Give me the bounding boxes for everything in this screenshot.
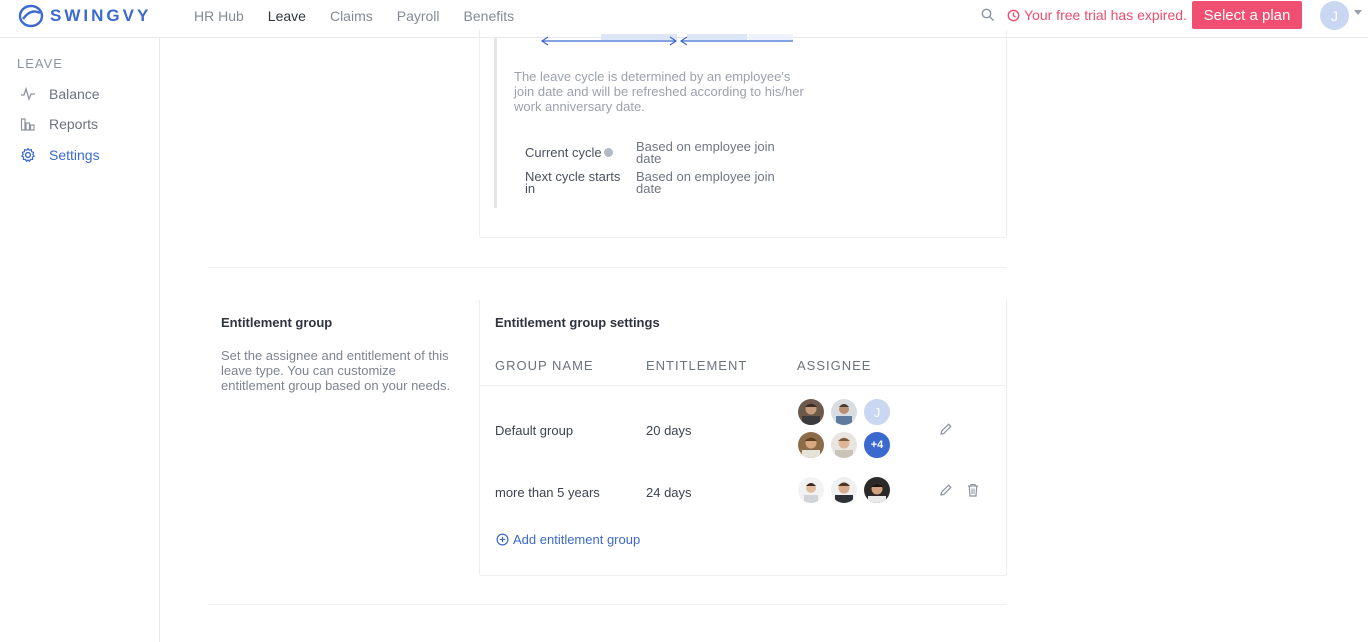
nav-item-hr-hub[interactable]: HR Hub	[194, 8, 244, 24]
info-icon[interactable]	[603, 148, 613, 157]
trial-expired-notice: Your free trial has expired.	[1007, 7, 1187, 23]
swingvy-logo[interactable]: SWINGVY	[18, 3, 151, 29]
add-entitlement-group-link[interactable]: Add entitlement group	[496, 532, 640, 547]
search-icon[interactable]	[981, 8, 995, 22]
entitlement-cell: 24 days	[646, 485, 692, 500]
current-cycle-label-text: Current cycle	[525, 145, 602, 160]
activity-icon	[21, 87, 35, 101]
column-header-group-name: GROUP NAME	[495, 358, 594, 373]
column-header-assignee: ASSIGNEE	[797, 358, 872, 373]
brand-name: SWINGVY	[50, 6, 152, 25]
avatar	[796, 475, 826, 505]
main-nav: HR Hub Leave Claims Payroll Benefits	[194, 8, 514, 24]
trash-icon[interactable]	[967, 483, 979, 497]
cycle-timeline-graphic	[540, 34, 793, 46]
avatar	[862, 475, 892, 505]
avatar	[796, 397, 826, 427]
clock-icon	[1007, 9, 1020, 21]
entitlement-group-title: Entitlement group	[221, 315, 333, 330]
add-entitlement-group-label: Add entitlement group	[513, 532, 641, 547]
next-cycle-label: Next cycle starts in	[525, 169, 621, 196]
sidebar-item-settings[interactable]: Settings	[20, 147, 100, 163]
sidebar-item-label: Reports	[49, 116, 99, 132]
edit-icon[interactable]	[939, 422, 953, 436]
entitlement-group-description: Set the assignee and entitlement of this…	[221, 348, 451, 393]
table-header-divider	[480, 385, 1006, 386]
bar-chart-icon	[20, 118, 35, 131]
sidebar-item-label: Settings	[49, 147, 100, 163]
sidebar-heading: LEAVE	[17, 56, 63, 71]
sidebar-item-balance[interactable]: Balance	[20, 86, 100, 102]
gear-icon	[20, 147, 36, 163]
avatar	[829, 397, 859, 427]
sidebar-item-label: Balance	[49, 86, 100, 102]
cycle-rail	[494, 38, 497, 208]
sidebar-item-reports[interactable]: Reports	[20, 116, 98, 132]
avatar: J	[862, 397, 892, 427]
edit-icon[interactable]	[939, 483, 953, 497]
entitlement-settings-title: Entitlement group settings	[495, 315, 660, 330]
nav-item-benefits[interactable]: Benefits	[464, 8, 515, 24]
swingvy-logo-icon	[18, 4, 44, 28]
column-header-entitlement: ENTITLEMENT	[646, 358, 748, 373]
nav-item-claims[interactable]: Claims	[330, 8, 373, 24]
nav-item-payroll[interactable]: Payroll	[397, 8, 440, 24]
cycle-description: The leave cycle is determined by an empl…	[514, 69, 804, 114]
group-name-cell: more than 5 years	[495, 485, 600, 500]
user-avatar[interactable]: J	[1320, 1, 1349, 30]
current-cycle-label: Current cycle	[525, 145, 613, 160]
current-cycle-value: Based on employee join date	[636, 139, 775, 166]
trial-expired-text: Your free trial has expired.	[1024, 7, 1187, 23]
plus-circle-icon	[496, 533, 509, 546]
nav-item-leave[interactable]: Leave	[268, 8, 306, 24]
avatar	[796, 430, 826, 460]
select-plan-button[interactable]: Select a plan	[1192, 1, 1302, 29]
avatar	[829, 475, 859, 505]
sidebar: LEAVE Balance Reports Settings	[0, 38, 160, 642]
next-cycle-value: Based on employee join date	[636, 169, 775, 196]
more-assignees-badge[interactable]: +4	[862, 430, 892, 460]
leave-cycle-card	[479, 30, 1007, 238]
avatar	[829, 430, 859, 460]
section-divider	[208, 267, 1006, 268]
entitlement-cell: 20 days	[646, 423, 692, 438]
section-divider	[208, 604, 1006, 605]
group-name-cell: Default group	[495, 423, 574, 438]
chevron-down-icon[interactable]	[1354, 10, 1362, 15]
